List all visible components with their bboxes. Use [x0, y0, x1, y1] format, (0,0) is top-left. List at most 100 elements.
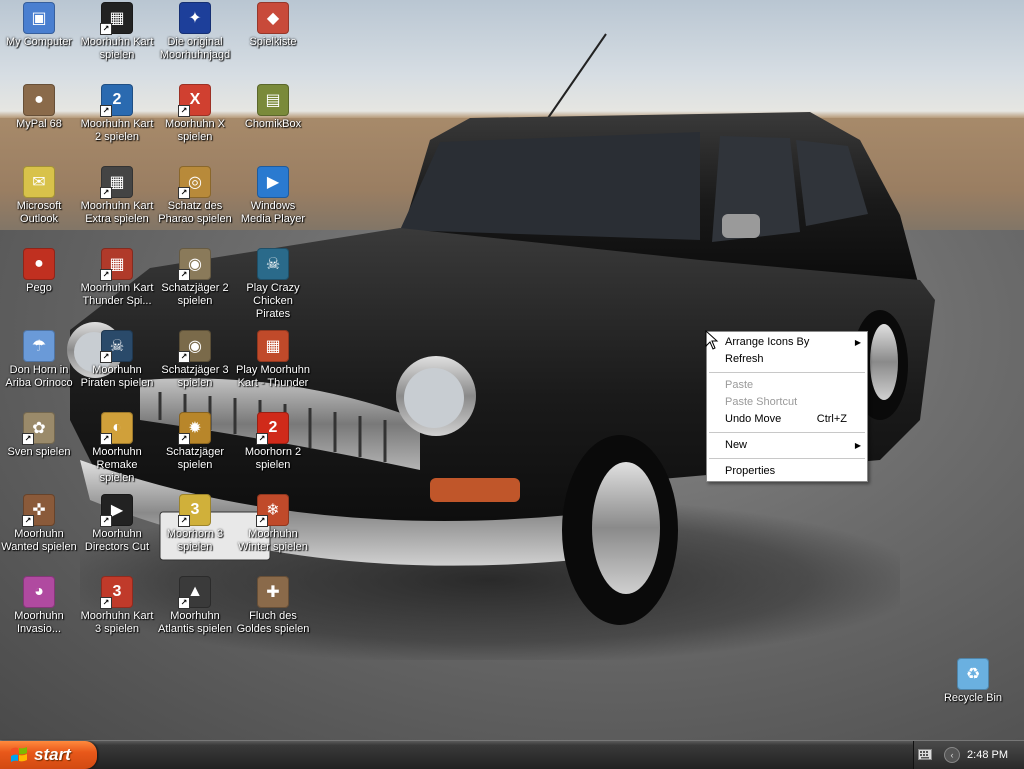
- desktop-icon[interactable]: 3 ↗ Moorhorn 3 spielen: [156, 494, 234, 554]
- app-icon: ✹ ↗: [178, 412, 211, 445]
- desktop-icon[interactable]: X ↗ Moorhuhn X spielen: [156, 84, 234, 144]
- desktop-icon[interactable]: ☂ Don Horn in Ariba Orinoco: [0, 330, 78, 390]
- shortcut-arrow-icon: ↗: [100, 433, 112, 445]
- desktop-icon[interactable]: ● MyPal 68: [0, 84, 78, 131]
- show-hidden-icons-button[interactable]: ‹: [944, 747, 960, 763]
- menu-item-label: Paste: [725, 379, 754, 391]
- desktop-icon[interactable]: ▦ ↗ Moorhuhn Kart spielen: [78, 2, 156, 62]
- app-icon: 2 ↗: [100, 84, 133, 117]
- desktop-icon-label: Moorhuhn Remake spielen: [92, 446, 142, 484]
- desktop-icon[interactable]: ✹ ↗ Schatzjäger spielen: [156, 412, 234, 472]
- app-icon: ▤: [257, 84, 289, 116]
- desktop-icon-label: Moorhuhn Invasio...: [14, 610, 64, 635]
- desktop-icon[interactable]: ✦ Die original Moorhuhnjagd: [156, 2, 234, 62]
- desktop-icon[interactable]: ☠ Play Crazy Chicken Pirates: [234, 248, 312, 321]
- desktop-icon[interactable]: ▶ ↗ Moorhuhn Directors Cut: [78, 494, 156, 554]
- app-icon: ●: [23, 248, 55, 280]
- menu-item[interactable]: Arrange Icons By ▶: [707, 334, 867, 351]
- desktop-icon[interactable]: ▲ ↗ Moorhuhn Atlantis spielen: [156, 576, 234, 636]
- desktop[interactable]: ▣ My Computer ▦ ↗ Moorhuhn Kart spielen ✦ Die …: [0, 0, 1024, 740]
- app-icon: ♻: [957, 658, 989, 690]
- desktop-icon[interactable]: ◎ ↗ Schatz des Pharao spielen: [156, 166, 234, 226]
- shortcut-arrow-icon: ↗: [100, 105, 112, 117]
- desktop-icon[interactable]: ▦ Play Moorhuhn Kart - Thunder: [234, 330, 312, 390]
- menu-item[interactable]: Properties: [707, 463, 867, 480]
- desktop-icon[interactable]: ▦ ↗ Moorhuhn Kart Extra spielen: [78, 166, 156, 226]
- clock[interactable]: 2:48 PM: [967, 741, 1008, 769]
- menu-item-label: Undo Move: [725, 413, 782, 425]
- menu-separator: [709, 372, 865, 373]
- app-icon: ◆: [257, 2, 289, 34]
- start-button[interactable]: start: [0, 741, 97, 769]
- menu-item: Paste Shortcut: [707, 394, 867, 411]
- menu-separator: [709, 432, 865, 433]
- app-icon: ✦: [179, 2, 211, 34]
- system-tray: ‹ 2:48 PM: [913, 741, 1024, 769]
- desktop-icon[interactable]: ◉ ↗ Schatzjäger 2 spielen: [156, 248, 234, 308]
- app-icon: ✜ ↗: [22, 494, 55, 527]
- desktop-icon[interactable]: ▦ ↗ Moorhuhn Kart Thunder Spi...: [78, 248, 156, 308]
- desktop-icon[interactable]: ◕ Moorhuhn Invasio...: [0, 576, 78, 636]
- menu-item-label: Properties: [725, 465, 776, 477]
- desktop-icon[interactable]: ✿ ↗ Sven spielen: [0, 412, 78, 459]
- desktop-icon-label: Moorhuhn Piraten spielen: [80, 364, 154, 389]
- app-icon: ◕: [23, 576, 55, 608]
- app-icon: ✉: [23, 166, 55, 198]
- desktop-icon[interactable]: ◆ Spielkiste: [234, 2, 312, 49]
- shortcut-arrow-icon: ↗: [22, 515, 34, 527]
- desktop-icon-label: Moorhuhn Winter spielen: [238, 528, 308, 553]
- desktop-icon[interactable]: 2 ↗ Moorhuhn Kart 2 spielen: [78, 84, 156, 144]
- desktop-icon[interactable]: 2 ↗ Moorhorn 2 spielen: [234, 412, 312, 472]
- app-icon: 2 ↗: [256, 412, 289, 445]
- app-icon: ◐ ↗: [100, 412, 133, 445]
- desktop-icon[interactable]: ▣ My Computer: [0, 2, 78, 49]
- app-icon: ◉ ↗: [178, 330, 211, 363]
- desktop-icon-label: Moorhuhn Wanted spielen: [1, 528, 77, 553]
- desktop-icon[interactable]: ❄ ↗ Moorhuhn Winter spielen: [234, 494, 312, 554]
- shortcut-arrow-icon: ↗: [100, 269, 112, 281]
- desktop-icon[interactable]: 3 ↗ Moorhuhn Kart 3 spielen: [78, 576, 156, 636]
- desktop-icon[interactable]: ● Pego: [0, 248, 78, 295]
- app-icon: X ↗: [178, 84, 211, 117]
- app-icon: ✿ ↗: [22, 412, 55, 445]
- desktop-icon[interactable]: ▤ ChomikBox: [234, 84, 312, 131]
- desktop-icon[interactable]: ☠ ↗ Moorhuhn Piraten spielen: [78, 330, 156, 390]
- desktop-icon[interactable]: ✚ Fluch des Goldes spielen: [234, 576, 312, 636]
- app-icon: ✚: [257, 576, 289, 608]
- menu-item[interactable]: New ▶: [707, 437, 867, 454]
- desktop-icon-label: Moorhuhn Atlantis spielen: [158, 610, 232, 635]
- shortcut-arrow-icon: ↗: [100, 351, 112, 363]
- desktop-icon-label: Moorhuhn Kart 2 spielen: [80, 118, 154, 143]
- desktop-icon-label: Fluch des Goldes spielen: [236, 610, 310, 635]
- desktop-icon-label: Moorhuhn Kart Extra spielen: [80, 200, 154, 225]
- menu-item-label: Refresh: [725, 353, 764, 365]
- app-icon: ▶: [257, 166, 289, 198]
- desktop-icon[interactable]: ♻ Recycle Bin: [934, 658, 1012, 705]
- shortcut-arrow-icon: ↗: [178, 433, 190, 445]
- desktop-icon-label: Play Moorhuhn Kart - Thunder: [236, 364, 310, 389]
- desktop-icon-label: Schatzjäger 3 spielen: [161, 364, 229, 389]
- app-icon: ▶ ↗: [100, 494, 133, 527]
- menu-item[interactable]: Undo Move Ctrl+Z: [707, 411, 867, 428]
- shortcut-arrow-icon: ↗: [178, 105, 190, 117]
- desktop-icon-label: ChomikBox: [244, 118, 302, 130]
- desktop-icon[interactable]: ◉ ↗ Schatzjäger 3 spielen: [156, 330, 234, 390]
- keyboard-icon[interactable]: [918, 749, 932, 760]
- menu-item-label: New: [725, 439, 748, 451]
- shortcut-arrow-icon: ↗: [256, 515, 268, 527]
- desktop-icon-label: Microsoft Outlook: [16, 200, 62, 225]
- mouse-pointer-icon: [705, 330, 719, 350]
- shortcut-arrow-icon: ↗: [256, 433, 268, 445]
- menu-item-label: Arrange Icons By: [725, 336, 810, 348]
- desktop-icon[interactable]: ✉ Microsoft Outlook: [0, 166, 78, 226]
- desktop-icon-label: Schatzjäger spielen: [165, 446, 225, 471]
- desktop-icon-label: Moorhuhn Kart 3 spielen: [80, 610, 154, 635]
- menu-item-shortcut: Ctrl+Z: [816, 413, 847, 425]
- desktop-icon[interactable]: ◐ ↗ Moorhuhn Remake spielen: [78, 412, 156, 485]
- desktop-icon[interactable]: ▶ Windows Media Player: [234, 166, 312, 226]
- app-icon: ◎ ↗: [178, 166, 211, 199]
- menu-item[interactable]: Refresh: [707, 351, 867, 368]
- desktop-icon[interactable]: ✜ ↗ Moorhuhn Wanted spielen: [0, 494, 78, 554]
- app-icon: ▦ ↗: [100, 166, 133, 199]
- shortcut-arrow-icon: ↗: [178, 187, 190, 199]
